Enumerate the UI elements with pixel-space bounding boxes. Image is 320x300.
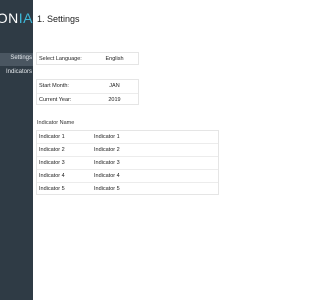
table-row: Indicator 3 Indicator 3 [37, 157, 218, 170]
indicator-name-input[interactable]: Indicator 4 [94, 173, 120, 179]
sidebar-item-indicators[interactable]: Indicators [0, 67, 33, 80]
current-year-input[interactable]: 2019 [91, 97, 138, 103]
indicator-key: Indicator 3 [39, 160, 65, 166]
page-title: 1. Settings [37, 14, 80, 24]
indicator-heading: Indicator Name [37, 120, 75, 126]
start-month-row: Start Month: JAN [37, 80, 138, 92]
table-row: Indicator 5 Indicator 5 [37, 183, 218, 196]
indicator-name-input[interactable]: Indicator 3 [94, 160, 120, 166]
date-settings-card: Start Month: JAN Current Year: 2019 [36, 79, 139, 105]
indicator-name-input[interactable]: Indicator 5 [94, 186, 120, 192]
indicator-table: Indicator 1 Indicator 1 Indicator 2 Indi… [36, 130, 219, 195]
indicator-name-input[interactable]: Indicator 2 [94, 147, 120, 153]
table-row: Indicator 4 Indicator 4 [37, 170, 218, 183]
table-row: Indicator 2 Indicator 2 [37, 144, 218, 157]
current-year-label: Current Year: [39, 97, 72, 103]
indicator-key: Indicator 4 [39, 173, 65, 179]
language-label: Select Language: [39, 56, 82, 62]
brand-text: ONIA [0, 10, 33, 26]
brand-accent: IA [18, 10, 33, 26]
indicator-key: Indicator 1 [39, 134, 65, 140]
current-year-row: Current Year: 2019 [37, 93, 138, 105]
sidebar: ONIA Settings Indicators [0, 0, 33, 300]
indicator-key: Indicator 2 [39, 147, 65, 153]
indicator-key: Indicator 5 [39, 186, 65, 192]
sidebar-item-label: Indicators [5, 69, 32, 75]
indicator-name-input[interactable]: Indicator 1 [94, 134, 120, 140]
sidebar-item-label: Settings [10, 55, 32, 61]
start-month-label: Start Month: [39, 83, 69, 89]
sidebar-item-settings[interactable]: Settings [0, 53, 33, 66]
language-row: Select Language: English [37, 53, 138, 65]
brand-logo: ONIA [0, 0, 33, 38]
language-select[interactable]: English [91, 56, 138, 62]
language-card: Select Language: English [36, 52, 139, 65]
start-month-input[interactable]: JAN [91, 83, 138, 89]
table-row: Indicator 1 Indicator 1 [37, 131, 218, 144]
brand-main: ON [0, 10, 19, 26]
